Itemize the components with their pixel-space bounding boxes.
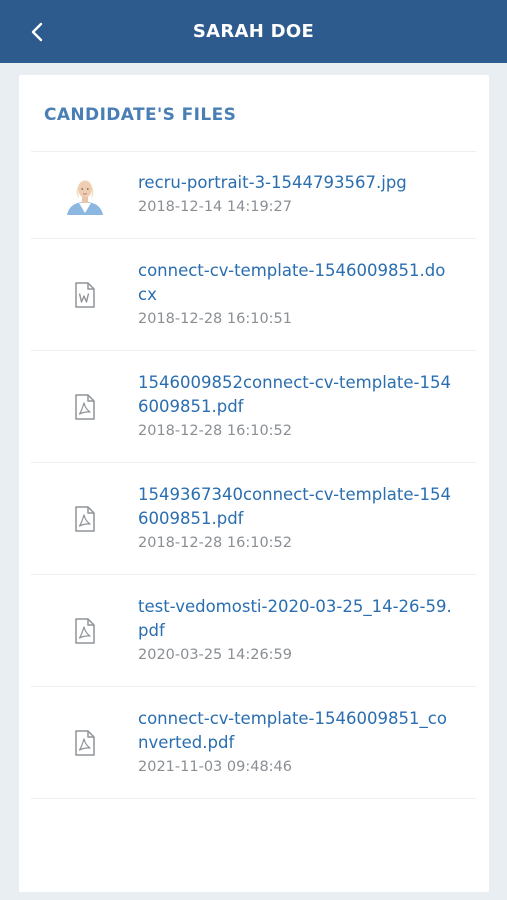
- file-date: 2018-12-28 16:10:52: [138, 422, 292, 439]
- file-name-link[interactable]: recru-portrait-3-1544793567.jpg: [138, 171, 452, 195]
- list-item[interactable]: 1546009852connect-cv-template-1546009851…: [31, 351, 476, 463]
- list-item[interactable]: test-vedomosti-2020-03-25_14-26-59.pdf 2…: [31, 575, 476, 687]
- file-date: 2018-12-28 16:10:52: [138, 534, 292, 551]
- list-item[interactable]: connect-cv-template-1546009851.docx 2018…: [31, 239, 476, 351]
- section-title: CANDIDATE'S FILES: [44, 105, 237, 125]
- app-header: SARAH DOE: [0, 0, 507, 63]
- pdf-icon: [74, 729, 95, 756]
- file-name-link[interactable]: connect-cv-template-1546009851_converted…: [138, 707, 452, 755]
- file-name-link[interactable]: connect-cv-template-1546009851.docx: [138, 259, 452, 307]
- file-date: 2018-12-28 16:10:51: [138, 310, 292, 327]
- pdf-icon: [74, 617, 95, 644]
- file-name-link[interactable]: 1549367340connect-cv-template-1546009851…: [138, 483, 452, 531]
- back-button[interactable]: [22, 16, 54, 48]
- file-name-link[interactable]: 1546009852connect-cv-template-1546009851…: [138, 371, 452, 419]
- pdf-icon: [74, 393, 95, 420]
- file-name-link[interactable]: test-vedomosti-2020-03-25_14-26-59.pdf: [138, 595, 452, 643]
- list-item[interactable]: connect-cv-template-1546009851_converted…: [31, 687, 476, 799]
- photo-thumbnail-icon: [64, 175, 105, 215]
- file-date: 2020-03-25 14:26:59: [138, 646, 292, 663]
- files-card: CANDIDATE'S FILES recru-portrait-3-15447…: [19, 75, 489, 892]
- file-list: recru-portrait-3-1544793567.jpg 2018-12-…: [31, 151, 476, 799]
- pdf-icon: [74, 505, 95, 532]
- file-date: 2021-11-03 09:48:46: [138, 758, 292, 775]
- chevron-left-icon: [31, 22, 43, 42]
- page-title: SARAH DOE: [192, 21, 315, 42]
- list-item[interactable]: recru-portrait-3-1544793567.jpg 2018-12-…: [31, 152, 476, 239]
- word-doc-icon: [74, 281, 95, 308]
- file-date: 2018-12-14 14:19:27: [138, 199, 292, 215]
- list-item[interactable]: 1549367340connect-cv-template-1546009851…: [31, 463, 476, 575]
